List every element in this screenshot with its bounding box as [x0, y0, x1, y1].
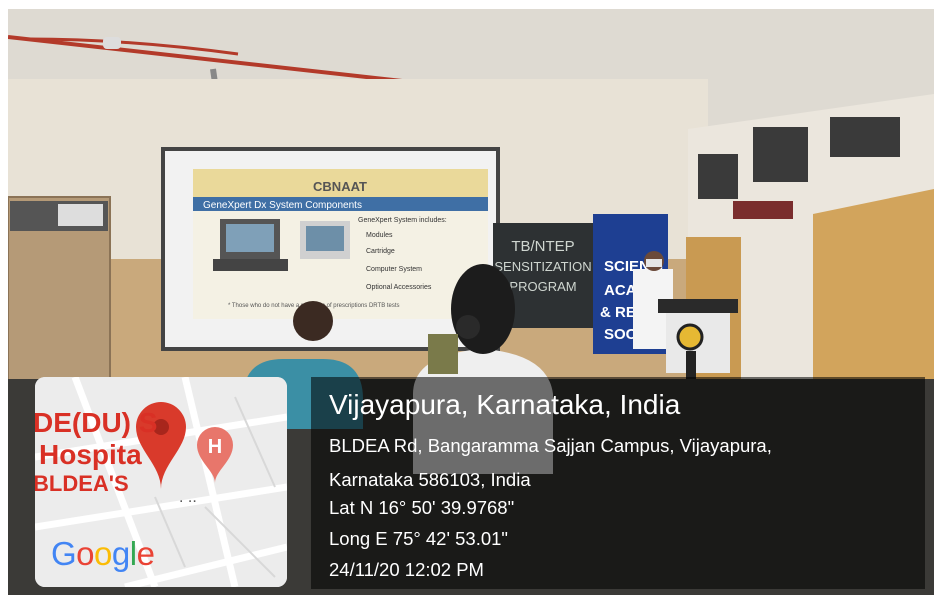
- google-letter-g2: g: [111, 535, 130, 572]
- slide-subtitle: GeneXpert Dx System Components: [203, 200, 362, 211]
- location-info-panel: Vijayapura, Karnataka, India BLDEA Rd, B…: [311, 377, 925, 589]
- banner-line-2: PROGRAM: [509, 279, 576, 294]
- google-letter-g: G: [51, 535, 77, 572]
- google-logo: Google: [51, 535, 155, 573]
- location-title: Vijayapura, Karnataka, India: [329, 389, 681, 420]
- longitude-text: Long E 75° 42' 53.01": [329, 528, 509, 549]
- podium-top: [658, 299, 738, 313]
- google-letter-e: e: [136, 535, 155, 572]
- map-label-0: DE(DU) S: [35, 407, 158, 438]
- air-conditioner: [733, 201, 793, 219]
- slide-title: CBNAAT: [313, 179, 367, 194]
- google-letter-o1: o: [76, 535, 95, 572]
- map-thumbnail[interactable]: . .. H DE(DU) S Hospita BLDEA'S Google: [35, 377, 287, 587]
- address-line-1: BLDEA Rd, Bangaramma Sajjan Campus, Vija…: [329, 435, 772, 456]
- photo-frame: CBNAAT GeneXpert Dx System Components Ge…: [8, 9, 934, 595]
- slide-line-3: Computer System: [366, 266, 422, 273]
- address-line-2: Karnataka 586103, India: [329, 469, 531, 490]
- slide-line-2: Cartridge: [366, 248, 395, 255]
- right-window: [753, 127, 808, 182]
- curtain-right: [813, 189, 934, 404]
- slide-line-4: Optional Accessories: [366, 284, 432, 291]
- banner-line-0: TB/NTEP: [511, 238, 574, 255]
- smoke-detector: [103, 37, 121, 49]
- svg-text:. ..: . ..: [179, 489, 197, 506]
- map-label-1: Hospita: [39, 439, 142, 470]
- slide-line-0: GeneXpert System includes:: [358, 217, 447, 224]
- hospital-marker-label: H: [208, 436, 222, 458]
- banner-line-1: SENSITIZATION: [494, 259, 591, 274]
- latitude-text: Lat N 16° 50' 39.9768": [329, 497, 515, 518]
- board-line-1: ACA: [604, 282, 637, 299]
- board-line-3: SOC: [604, 326, 637, 343]
- slide-line-1: Modules: [366, 232, 393, 239]
- map-label-2: BLDEA'S: [35, 471, 129, 496]
- google-letter-l: l: [129, 535, 137, 572]
- google-letter-o2: o: [94, 535, 112, 572]
- timestamp-text: 24/11/20 12:02 PM: [329, 559, 484, 580]
